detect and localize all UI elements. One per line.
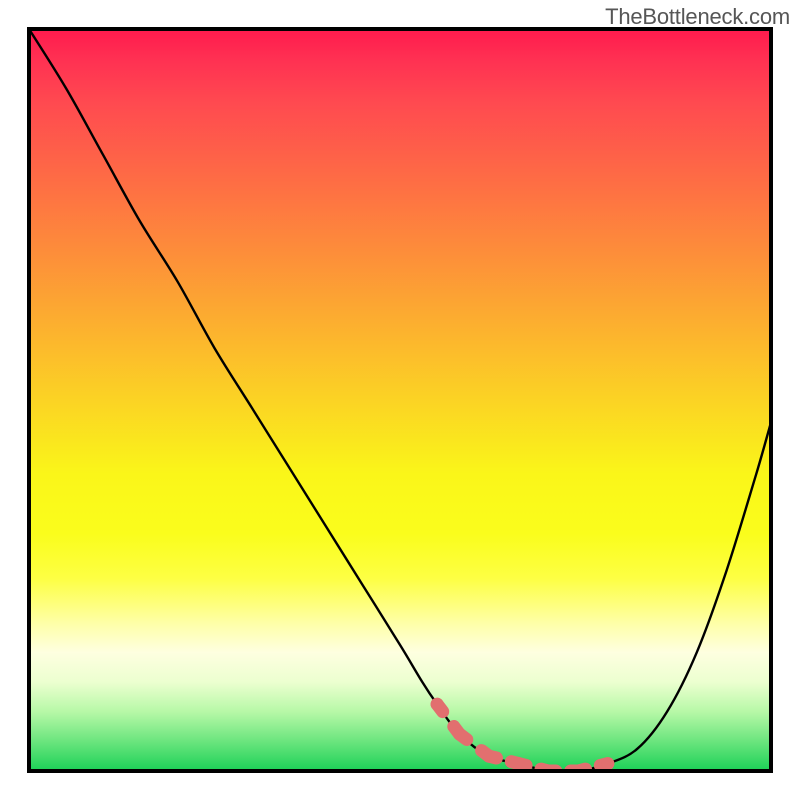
axis-border-left: [27, 27, 31, 773]
chart-frame: TheBottleneck.com: [0, 0, 800, 800]
axis-border-right: [769, 27, 773, 773]
bottleneck-curve: [29, 29, 771, 771]
axis-border-bottom: [29, 769, 771, 773]
optimal-range-marker: [431, 698, 615, 771]
plot-area: [29, 29, 771, 771]
chart-svg: [29, 29, 771, 771]
axis-border-top: [29, 27, 771, 31]
